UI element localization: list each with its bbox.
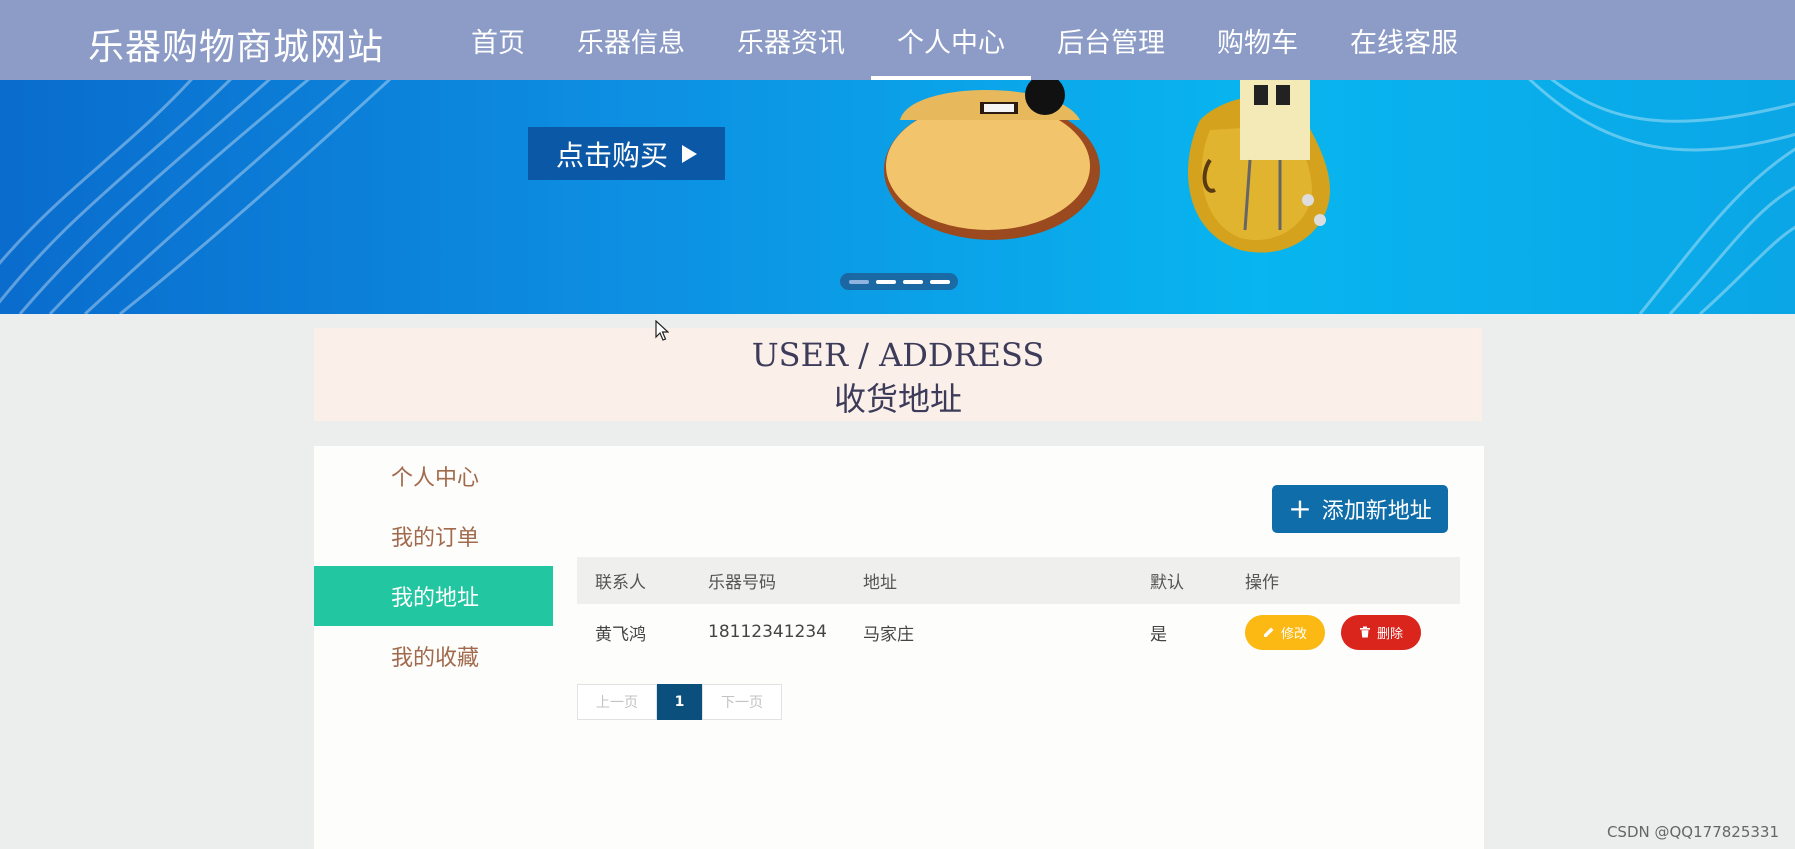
nav-personal-center[interactable]: 个人中心 bbox=[871, 0, 1031, 80]
carousel-indicators bbox=[840, 273, 958, 290]
table-row: 黄飞鸿 18112341234 马家庄 是 修改 删除 bbox=[577, 604, 1460, 660]
cell-actions: 修改 删除 bbox=[1245, 614, 1460, 650]
banner-carousel[interactable]: 点击购买 bbox=[0, 80, 1795, 314]
sidebar-item-personal-center[interactable]: 个人中心 bbox=[314, 446, 553, 506]
prev-page-button[interactable]: 上一页 bbox=[577, 684, 657, 720]
current-page-button[interactable]: 1 bbox=[657, 684, 702, 720]
next-page-button[interactable]: 下一页 bbox=[702, 684, 782, 720]
add-address-button[interactable]: + 添加新地址 bbox=[1272, 485, 1448, 533]
cell-default: 是 bbox=[1150, 624, 1167, 645]
section-title-en: USER / ADDRESS bbox=[751, 336, 1045, 374]
nav-instrument-news[interactable]: 乐器资讯 bbox=[711, 0, 871, 80]
cell-phone: 18112341234 bbox=[708, 622, 827, 642]
buy-now-label: 点击购买 bbox=[555, 138, 668, 172]
col-header-phone: 乐器号码 bbox=[708, 573, 776, 593]
nav-customer-service[interactable]: 在线客服 bbox=[1324, 0, 1484, 80]
nav-cart[interactable]: 购物车 bbox=[1191, 0, 1324, 80]
plus-icon: + bbox=[1288, 492, 1312, 525]
carousel-dot-1[interactable] bbox=[848, 279, 869, 284]
section-header: USER / ADDRESS 收货地址 bbox=[314, 328, 1482, 421]
col-header-address: 地址 bbox=[863, 573, 897, 593]
trash-icon bbox=[1359, 626, 1370, 638]
mouse-cursor-icon bbox=[655, 320, 669, 341]
sidebar-item-my-address[interactable]: 我的地址 bbox=[314, 566, 553, 626]
nav-instrument-info[interactable]: 乐器信息 bbox=[551, 0, 711, 80]
add-address-label: 添加新地址 bbox=[1321, 499, 1432, 524]
col-header-contact: 联系人 bbox=[595, 573, 646, 593]
site-title[interactable]: 乐器购物商城网站 bbox=[88, 18, 384, 70]
main-nav: 首页 乐器信息 乐器资讯 个人中心 后台管理 购物车 在线客服 bbox=[445, 0, 1484, 80]
cell-address: 马家庄 bbox=[863, 624, 914, 645]
table-header: 联系人 乐器号码 地址 默认 操作 bbox=[577, 557, 1460, 604]
buy-now-button[interactable]: 点击购买 bbox=[528, 127, 725, 180]
play-arrow-icon bbox=[682, 144, 697, 163]
pagination: 上一页 1 下一页 bbox=[577, 684, 782, 720]
top-navbar: 乐器购物商城网站 首页 乐器信息 乐器资讯 个人中心 后台管理 购物车 在线客服 bbox=[0, 0, 1795, 80]
sidebar-item-my-favorites[interactable]: 我的收藏 bbox=[314, 626, 553, 686]
sidebar-item-my-orders[interactable]: 我的订单 bbox=[314, 506, 553, 566]
carousel-dot-2[interactable] bbox=[875, 279, 896, 284]
cell-contact: 黄飞鸿 bbox=[595, 624, 646, 645]
carousel-dot-4[interactable] bbox=[929, 279, 950, 284]
guitar-image bbox=[884, 80, 1330, 253]
delete-label: 删除 bbox=[1376, 626, 1403, 642]
nav-admin[interactable]: 后台管理 bbox=[1031, 0, 1191, 80]
address-table: 联系人 乐器号码 地址 默认 操作 黄飞鸿 18112341234 马家庄 是 … bbox=[577, 557, 1460, 660]
col-header-actions: 操作 bbox=[1245, 573, 1279, 593]
edit-button[interactable]: 修改 bbox=[1245, 614, 1325, 650]
section-title-cn: 收货地址 bbox=[833, 380, 962, 418]
col-header-default: 默认 bbox=[1150, 573, 1184, 593]
nav-home[interactable]: 首页 bbox=[445, 0, 551, 80]
delete-button[interactable]: 删除 bbox=[1341, 614, 1421, 650]
edit-label: 修改 bbox=[1280, 626, 1307, 642]
watermark: CSDN @QQ177825331 bbox=[1606, 823, 1779, 841]
address-panel: 个人中心 我的订单 我的地址 我的收藏 + 添加新地址 联系人 乐器号码 地址 … bbox=[314, 446, 1484, 849]
carousel-dot-3[interactable] bbox=[902, 279, 923, 284]
pencil-icon bbox=[1263, 627, 1274, 637]
sidebar-menu: 个人中心 我的订单 我的地址 我的收藏 bbox=[314, 446, 553, 686]
